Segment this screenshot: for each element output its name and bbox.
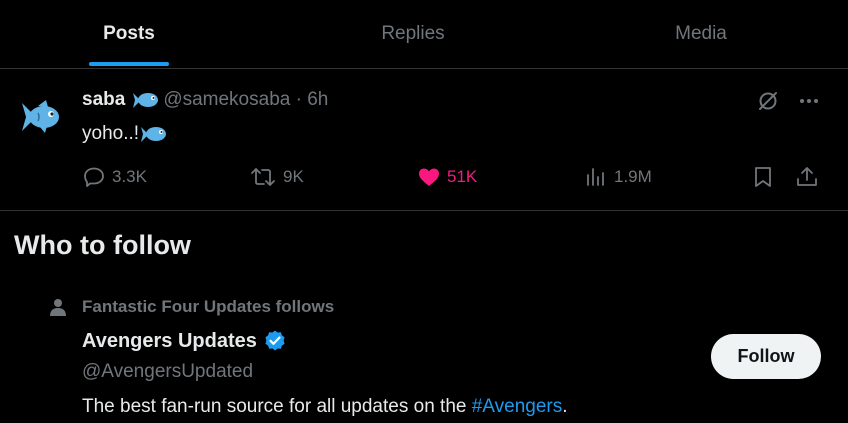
who-to-follow-title: Who to follow xyxy=(14,230,191,260)
suggested-account-name-text: Avengers Updates xyxy=(82,329,257,352)
blue-fish-icon xyxy=(141,127,167,142)
post-handle-time[interactable]: @samekosaba · 6h xyxy=(163,89,328,111)
tab-replies-label: Replies xyxy=(381,23,445,44)
tab-replies[interactable]: Replies xyxy=(343,0,483,68)
reply-button[interactable]: 3.3K xyxy=(82,165,147,189)
heart-filled-icon xyxy=(419,168,439,186)
reply-count: 3.3K xyxy=(112,167,147,186)
avatar[interactable] xyxy=(18,95,62,139)
like-count: 51K xyxy=(447,167,478,186)
post-top-actions xyxy=(756,89,820,113)
tab-posts-label: Posts xyxy=(103,23,155,44)
views-count: 1.9M xyxy=(614,167,652,186)
more-options-icon[interactable] xyxy=(798,90,820,112)
tab-media-label: Media xyxy=(675,23,727,44)
hashtag-link[interactable]: #Avengers xyxy=(472,396,563,417)
blue-fish-icon xyxy=(22,100,59,133)
suggested-account-bio: The best fan-run source for all updates … xyxy=(82,396,568,418)
share-icon xyxy=(797,167,817,186)
social-context-text: Fantastic Four Updates follows xyxy=(82,297,335,316)
post-header: saba @samekosaba · 6h xyxy=(82,89,328,111)
grok-icon[interactable] xyxy=(756,89,780,113)
tab-posts[interactable]: Posts xyxy=(60,0,198,68)
suggested-account-handle[interactable]: @AvengersUpdated xyxy=(82,361,253,383)
share-button[interactable] xyxy=(795,165,819,189)
tab-media[interactable]: Media xyxy=(631,0,771,68)
bio-text: The best fan-run source for all updates … xyxy=(82,396,472,417)
post-body: yoho..! xyxy=(82,123,167,145)
bio-suffix: . xyxy=(562,396,568,417)
post-action-bar: 3.3K 9K 51K 1.9M xyxy=(0,165,848,195)
repost-button[interactable]: 9K xyxy=(249,165,304,189)
reply-icon xyxy=(84,167,104,187)
analytics-icon xyxy=(587,168,604,186)
post-author-name[interactable]: saba xyxy=(82,89,125,111)
like-button[interactable]: 51K xyxy=(417,165,477,189)
follow-button[interactable]: Follow xyxy=(711,334,821,379)
bookmark-button[interactable] xyxy=(751,165,775,189)
views-button[interactable]: 1.9M xyxy=(584,165,652,189)
bookmark-icon xyxy=(755,167,771,187)
repost-icon xyxy=(251,168,275,186)
verified-badge-icon xyxy=(265,330,285,351)
social-context: Fantastic Four Updates follows xyxy=(50,297,334,317)
blue-fish-icon xyxy=(133,93,159,108)
suggested-account-name[interactable]: Avengers Updates xyxy=(82,329,287,353)
person-icon xyxy=(50,299,66,316)
profile-tabs: Posts Replies Media xyxy=(0,0,848,69)
post-text: yoho..! xyxy=(82,123,140,144)
repost-count: 9K xyxy=(283,167,304,186)
active-tab-indicator xyxy=(89,62,169,66)
post[interactable]: saba @samekosaba · 6h yoho..! 3.3K 9K 51… xyxy=(0,69,848,211)
